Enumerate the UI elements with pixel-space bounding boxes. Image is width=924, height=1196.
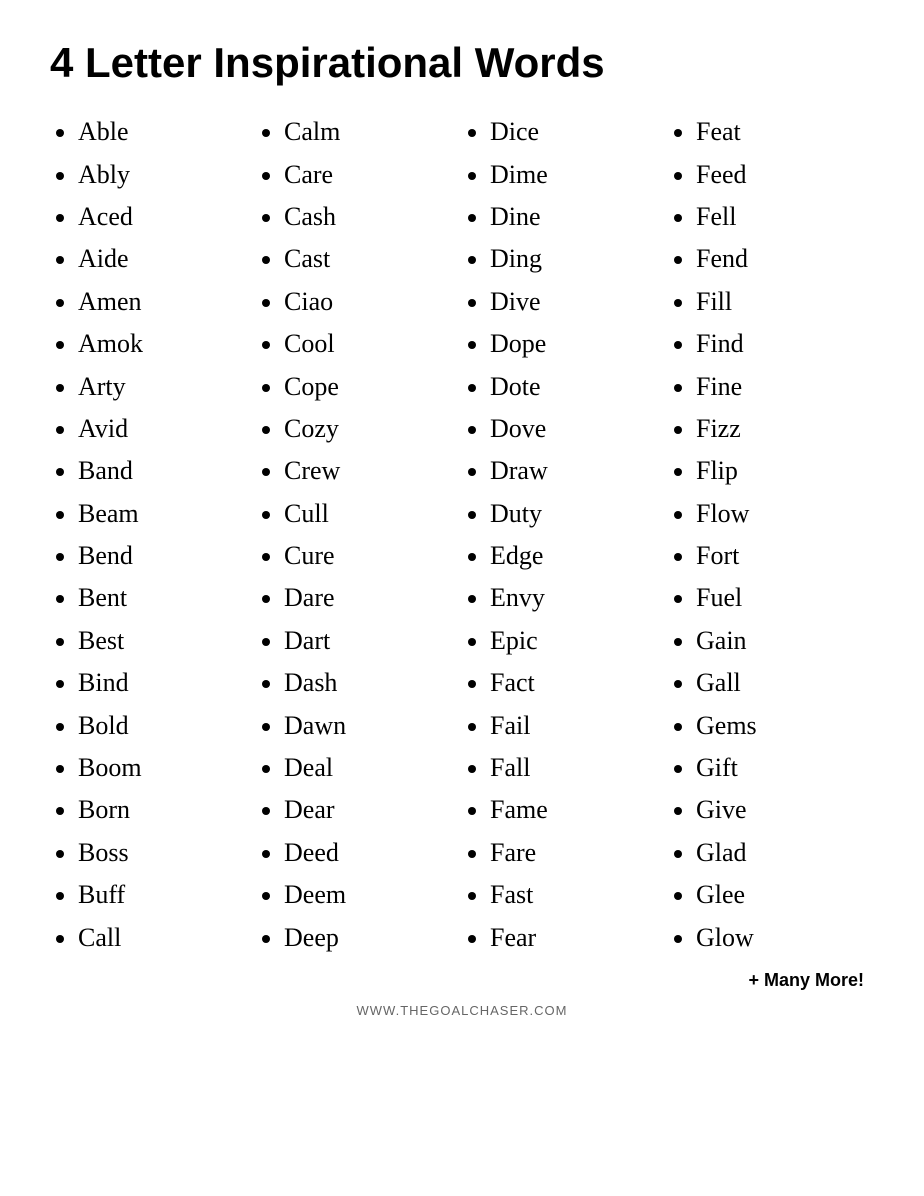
list-item: Deem — [284, 877, 462, 913]
list-item: Ciao — [284, 284, 462, 320]
list-item: Deal — [284, 750, 462, 786]
list-item: Dawn — [284, 708, 462, 744]
list-item: Avid — [78, 411, 256, 447]
list-item: Band — [78, 453, 256, 489]
list-item: Fine — [696, 369, 874, 405]
list-item: Crew — [284, 453, 462, 489]
word-columns: Able Ably Aced Aide Amen Amok Arty Avid … — [50, 114, 874, 962]
more-label: + Many More! — [50, 970, 874, 991]
list-item: Aide — [78, 241, 256, 277]
list-item: Cozy — [284, 411, 462, 447]
list-item: Deed — [284, 835, 462, 871]
list-item: Cool — [284, 326, 462, 362]
list-item: Fort — [696, 538, 874, 574]
list-item: Gall — [696, 665, 874, 701]
list-item: Dart — [284, 623, 462, 659]
list-item: Cure — [284, 538, 462, 574]
list-item: Boom — [78, 750, 256, 786]
list-item: Ding — [490, 241, 668, 277]
list-item: Arty — [78, 369, 256, 405]
list-item: Boss — [78, 835, 256, 871]
list-item: Envy — [490, 580, 668, 616]
list-item: Calm — [284, 114, 462, 150]
list-item: Epic — [490, 623, 668, 659]
list-item: Gems — [696, 708, 874, 744]
list-item: Bent — [78, 580, 256, 616]
list-item: Able — [78, 114, 256, 150]
list-item: Dash — [284, 665, 462, 701]
list-item: Edge — [490, 538, 668, 574]
list-item: Fill — [696, 284, 874, 320]
list-item: Dove — [490, 411, 668, 447]
list-item: Bend — [78, 538, 256, 574]
list-item: Care — [284, 157, 462, 193]
list-item: Find — [696, 326, 874, 362]
list-item: Glee — [696, 877, 874, 913]
list-item: Best — [78, 623, 256, 659]
list-item: Dear — [284, 792, 462, 828]
list-item: Dice — [490, 114, 668, 150]
list-item: Aced — [78, 199, 256, 235]
list-item: Fuel — [696, 580, 874, 616]
list-item: Deep — [284, 920, 462, 956]
list-item: Fast — [490, 877, 668, 913]
list-item: Dive — [490, 284, 668, 320]
list-item: Beam — [78, 496, 256, 532]
list-item: Give — [696, 792, 874, 828]
list-item: Gift — [696, 750, 874, 786]
list-item: Amok — [78, 326, 256, 362]
list-item: Duty — [490, 496, 668, 532]
list-item: Draw — [490, 453, 668, 489]
list-item: Dare — [284, 580, 462, 616]
list-item: Fame — [490, 792, 668, 828]
list-item: Fell — [696, 199, 874, 235]
list-item: Fall — [490, 750, 668, 786]
list-item: Fare — [490, 835, 668, 871]
list-item: Ably — [78, 157, 256, 193]
list-item: Dope — [490, 326, 668, 362]
page-title: 4 Letter Inspirational Words — [50, 40, 874, 86]
list-item: Bind — [78, 665, 256, 701]
list-item: Dime — [490, 157, 668, 193]
list-item: Buff — [78, 877, 256, 913]
list-item: Dote — [490, 369, 668, 405]
list-item: Glow — [696, 920, 874, 956]
list-item: Fend — [696, 241, 874, 277]
column-2: Calm Care Cash Cast Ciao Cool Cope Cozy … — [256, 114, 462, 962]
list-item: Call — [78, 920, 256, 956]
column-1: Able Ably Aced Aide Amen Amok Arty Avid … — [50, 114, 256, 962]
list-item: Cash — [284, 199, 462, 235]
list-item: Bold — [78, 708, 256, 744]
list-item: Born — [78, 792, 256, 828]
list-item: Amen — [78, 284, 256, 320]
list-item: Fear — [490, 920, 668, 956]
list-item: Cast — [284, 241, 462, 277]
column-4: Feat Feed Fell Fend Fill Find Fine Fizz … — [668, 114, 874, 962]
list-item: Fact — [490, 665, 668, 701]
list-item: Feat — [696, 114, 874, 150]
list-item: Cope — [284, 369, 462, 405]
list-item: Cull — [284, 496, 462, 532]
list-item: Fizz — [696, 411, 874, 447]
list-item: Feed — [696, 157, 874, 193]
website-url: WWW.THEGOALCHASER.COM — [50, 1003, 874, 1018]
list-item: Fail — [490, 708, 668, 744]
list-item: Flow — [696, 496, 874, 532]
column-3: Dice Dime Dine Ding Dive Dope Dote Dove … — [462, 114, 668, 962]
list-item: Dine — [490, 199, 668, 235]
list-item: Gain — [696, 623, 874, 659]
list-item: Flip — [696, 453, 874, 489]
list-item: Glad — [696, 835, 874, 871]
